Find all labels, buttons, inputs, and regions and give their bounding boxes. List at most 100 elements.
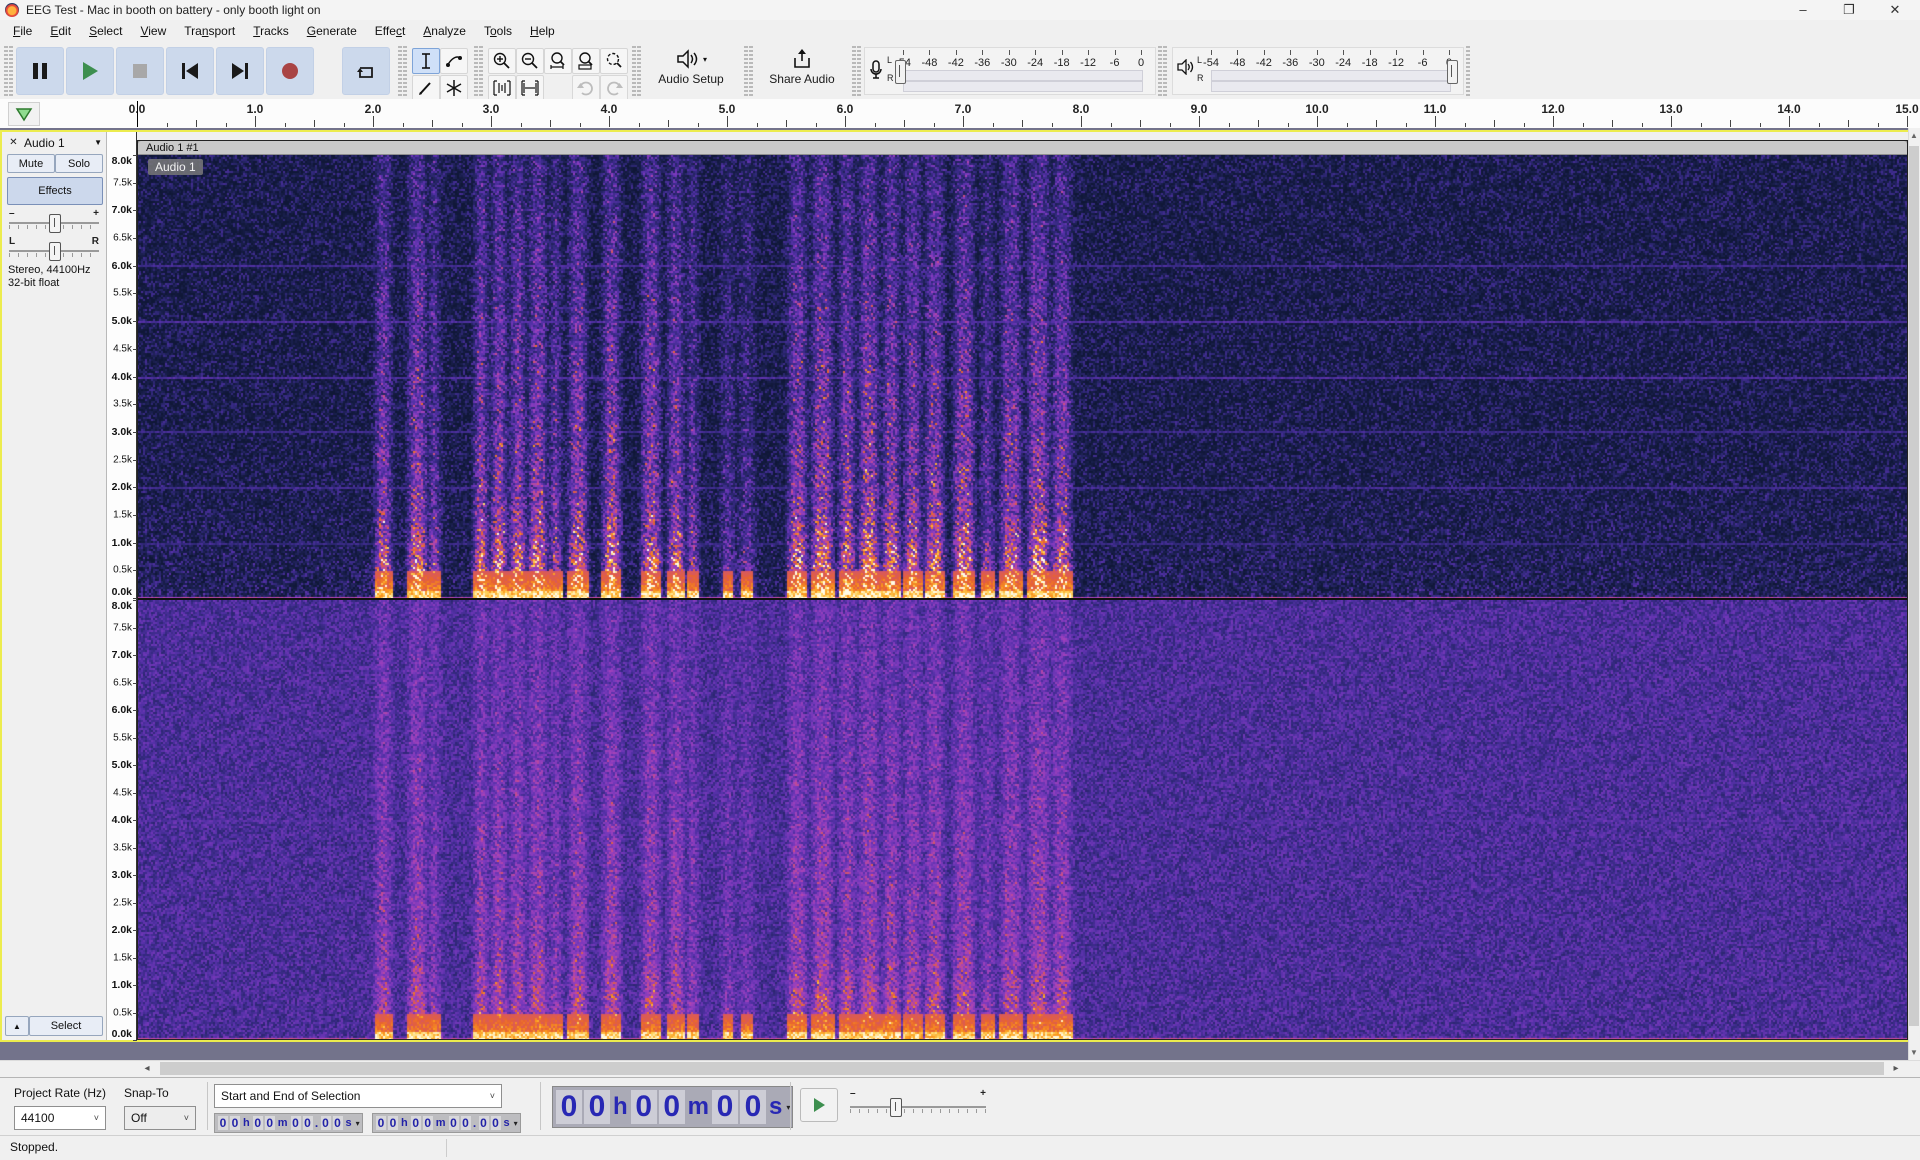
time-digit[interactable]: 0 <box>303 1116 313 1130</box>
scroll-right-icon[interactable]: ▸ <box>1888 1062 1904 1075</box>
zoom-toggle-button[interactable] <box>600 48 628 74</box>
time-digit[interactable]: 0 <box>659 1090 685 1124</box>
pan-slider-handle[interactable] <box>49 242 61 261</box>
zoom-in-button[interactable] <box>488 48 516 74</box>
track-workspace[interactable]: ✕ Audio 1 ▼ Mute Solo Effects – + L R <box>0 128 1908 1060</box>
audio-setup-button[interactable]: ▾Audio Setup <box>648 46 734 94</box>
horizontal-scrollbar-thumb[interactable] <box>160 1062 1884 1075</box>
recording-meter[interactable]: LR-54-48-42-36-30-24-18-12-60 <box>864 47 1156 95</box>
toolbar-grip[interactable] <box>479 44 483 96</box>
toolbar-grip[interactable] <box>398 44 402 96</box>
draw-tool-button[interactable] <box>412 75 440 101</box>
multi-tool-button[interactable] <box>440 75 468 101</box>
time-digit[interactable]: 0 <box>218 1116 228 1130</box>
time-digit[interactable]: 0 <box>333 1116 343 1130</box>
collapse-track-button[interactable]: ▲ <box>5 1016 29 1036</box>
toolbar-grip[interactable] <box>1158 44 1162 96</box>
gain-slider[interactable]: – + <box>7 208 101 234</box>
menu-tracks[interactable]: Tracks <box>244 21 298 41</box>
clip-title-bar[interactable]: Audio 1 #1 <box>137 140 1908 155</box>
toolbar-grip[interactable] <box>852 44 856 96</box>
time-digit[interactable]: 0 <box>265 1116 275 1130</box>
menu-help[interactable]: Help <box>521 21 564 41</box>
spectrogram-channel-2[interactable] <box>137 600 1908 1040</box>
project-rate-combobox[interactable]: 44100˅ <box>14 1106 106 1130</box>
frequency-ruler[interactable]: 8.0k7.5k7.0k6.5k6.0k5.5k5.0k4.5k4.0k3.5k… <box>107 132 137 1040</box>
silence-audio-button[interactable] <box>516 75 544 101</box>
chevron-down-icon[interactable]: ▾ <box>514 1119 518 1128</box>
time-digit[interactable]: . <box>473 1116 477 1130</box>
close-icon[interactable]: ✕ <box>1878 0 1912 20</box>
toolbar-grip[interactable] <box>1163 44 1167 96</box>
time-digit[interactable]: 0 <box>461 1116 471 1130</box>
menu-view[interactable]: View <box>131 21 175 41</box>
recording-meter-volume-handle[interactable] <box>895 60 906 84</box>
time-digit[interactable]: 0 <box>253 1116 263 1130</box>
loop-button[interactable] <box>342 47 390 95</box>
selection-mode-combobox[interactable]: Start and End of Selection˅ <box>214 1084 502 1108</box>
time-digit[interactable]: 0 <box>556 1090 582 1124</box>
track-title-dropdown[interactable]: Audio 1 ▼ <box>24 135 102 150</box>
snap-to-combobox[interactable]: Off˅ <box>124 1106 196 1130</box>
time-digit[interactable]: . <box>315 1116 319 1130</box>
envelope-tool-button[interactable] <box>440 48 468 74</box>
play-at-speed-button[interactable] <box>800 1088 838 1122</box>
stop-button[interactable] <box>116 47 164 95</box>
time-digit[interactable]: 0 <box>712 1090 738 1124</box>
time-digit[interactable]: 0 <box>376 1116 386 1130</box>
menu-edit[interactable]: Edit <box>41 21 80 41</box>
pan-slider[interactable]: L R <box>7 236 101 262</box>
fit-project-button[interactable] <box>572 48 600 74</box>
select-button[interactable]: Select <box>29 1016 103 1036</box>
solo-button[interactable]: Solo <box>55 154 103 173</box>
minimize-icon[interactable]: – <box>1786 0 1820 20</box>
scroll-up-icon[interactable]: ▲ <box>1909 129 1919 143</box>
toolbar-grip[interactable] <box>749 44 753 96</box>
time-digit[interactable]: 0 <box>321 1116 331 1130</box>
selection-tool-button[interactable] <box>412 48 440 74</box>
speed-slider-handle[interactable] <box>890 1098 902 1117</box>
menu-effect[interactable]: Effect <box>366 21 414 41</box>
toolbar-grip[interactable] <box>744 44 748 96</box>
audio-position-time-display[interactable]: 00h00m00s▾ <box>552 1086 793 1128</box>
selection-start-time-field[interactable]: 00h00m00.00s▾ <box>214 1113 363 1133</box>
skip-to-end-button[interactable] <box>216 47 264 95</box>
time-digit[interactable]: 0 <box>291 1116 301 1130</box>
time-digit[interactable]: 0 <box>230 1116 240 1130</box>
time-digit[interactable]: 0 <box>491 1116 501 1130</box>
restore-icon[interactable]: ❐ <box>1832 0 1866 20</box>
zoom-out-button[interactable] <box>516 48 544 74</box>
selection-end-time-field[interactable]: 00h00m00.00s▾ <box>372 1113 521 1133</box>
effects-button[interactable]: Effects <box>7 177 103 205</box>
playback-meter-volume-handle[interactable] <box>1447 60 1458 84</box>
menu-file[interactable]: File <box>4 21 41 41</box>
time-digit[interactable]: 0 <box>479 1116 489 1130</box>
skip-to-start-button[interactable] <box>166 47 214 95</box>
play-button[interactable] <box>66 47 114 95</box>
scroll-down-icon[interactable]: ▼ <box>1909 1046 1919 1060</box>
spectrogram-channel-1[interactable] <box>137 155 1908 598</box>
toolbar-grip[interactable] <box>632 44 636 96</box>
record-button[interactable] <box>266 47 314 95</box>
toolbar-grip[interactable] <box>9 44 13 96</box>
pause-button[interactable] <box>16 47 64 95</box>
mute-button[interactable]: Mute <box>7 154 55 173</box>
toolbar-grip[interactable] <box>474 44 478 96</box>
audio-clip[interactable]: Audio 1 #1 Audio 1 <box>137 132 1908 1040</box>
timeline-ruler[interactable]: 0.01.02.03.04.05.06.07.08.09.010.011.012… <box>0 99 1920 129</box>
toolbar-grip[interactable] <box>1466 44 1470 96</box>
chevron-down-icon[interactable]: ▾ <box>356 1119 360 1128</box>
playback-speed-slider[interactable]: – + <box>848 1088 988 1120</box>
toolbar-grip[interactable] <box>4 44 8 96</box>
track-close-icon[interactable]: ✕ <box>6 136 21 151</box>
vertical-scrollbar-thumb[interactable] <box>1909 146 1919 1026</box>
playback-meter[interactable]: LR-54-48-42-36-30-24-18-12-60 <box>1172 47 1464 95</box>
menu-select[interactable]: Select <box>80 21 131 41</box>
time-digit[interactable]: 0 <box>411 1116 421 1130</box>
time-digit[interactable]: 0 <box>449 1116 459 1130</box>
time-digit[interactable]: 0 <box>388 1116 398 1130</box>
share-audio-button[interactable]: Share Audio <box>760 46 844 94</box>
scroll-left-icon[interactable]: ◂ <box>139 1062 155 1075</box>
time-digit[interactable]: 0 <box>423 1116 433 1130</box>
toolbar-grip[interactable] <box>403 44 407 96</box>
